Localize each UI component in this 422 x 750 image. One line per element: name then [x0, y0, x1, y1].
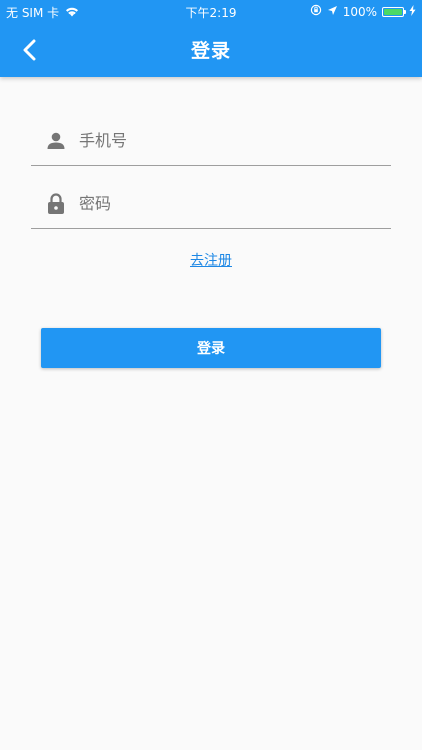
orientation-lock-icon — [310, 4, 322, 19]
location-arrow-icon — [327, 5, 338, 19]
status-bar: 无 SIM 卡 下午2:19 100% — [0, 0, 422, 22]
battery-icon — [382, 6, 406, 17]
app-bar: 无 SIM 卡 下午2:19 100% 登录 — [0, 0, 422, 77]
password-field — [31, 179, 391, 229]
register-link[interactable]: 去注册 — [0, 250, 422, 270]
phone-input[interactable] — [79, 131, 391, 150]
phone-field — [31, 116, 391, 166]
login-button[interactable]: 登录 — [41, 328, 381, 368]
page-title: 登录 — [190, 40, 231, 62]
charging-icon — [409, 4, 416, 19]
person-icon — [45, 130, 67, 152]
password-input[interactable] — [79, 194, 391, 213]
lock-icon — [45, 192, 67, 215]
battery-percent: 100% — [342, 4, 377, 19]
status-right: 100% — [310, 4, 416, 19]
